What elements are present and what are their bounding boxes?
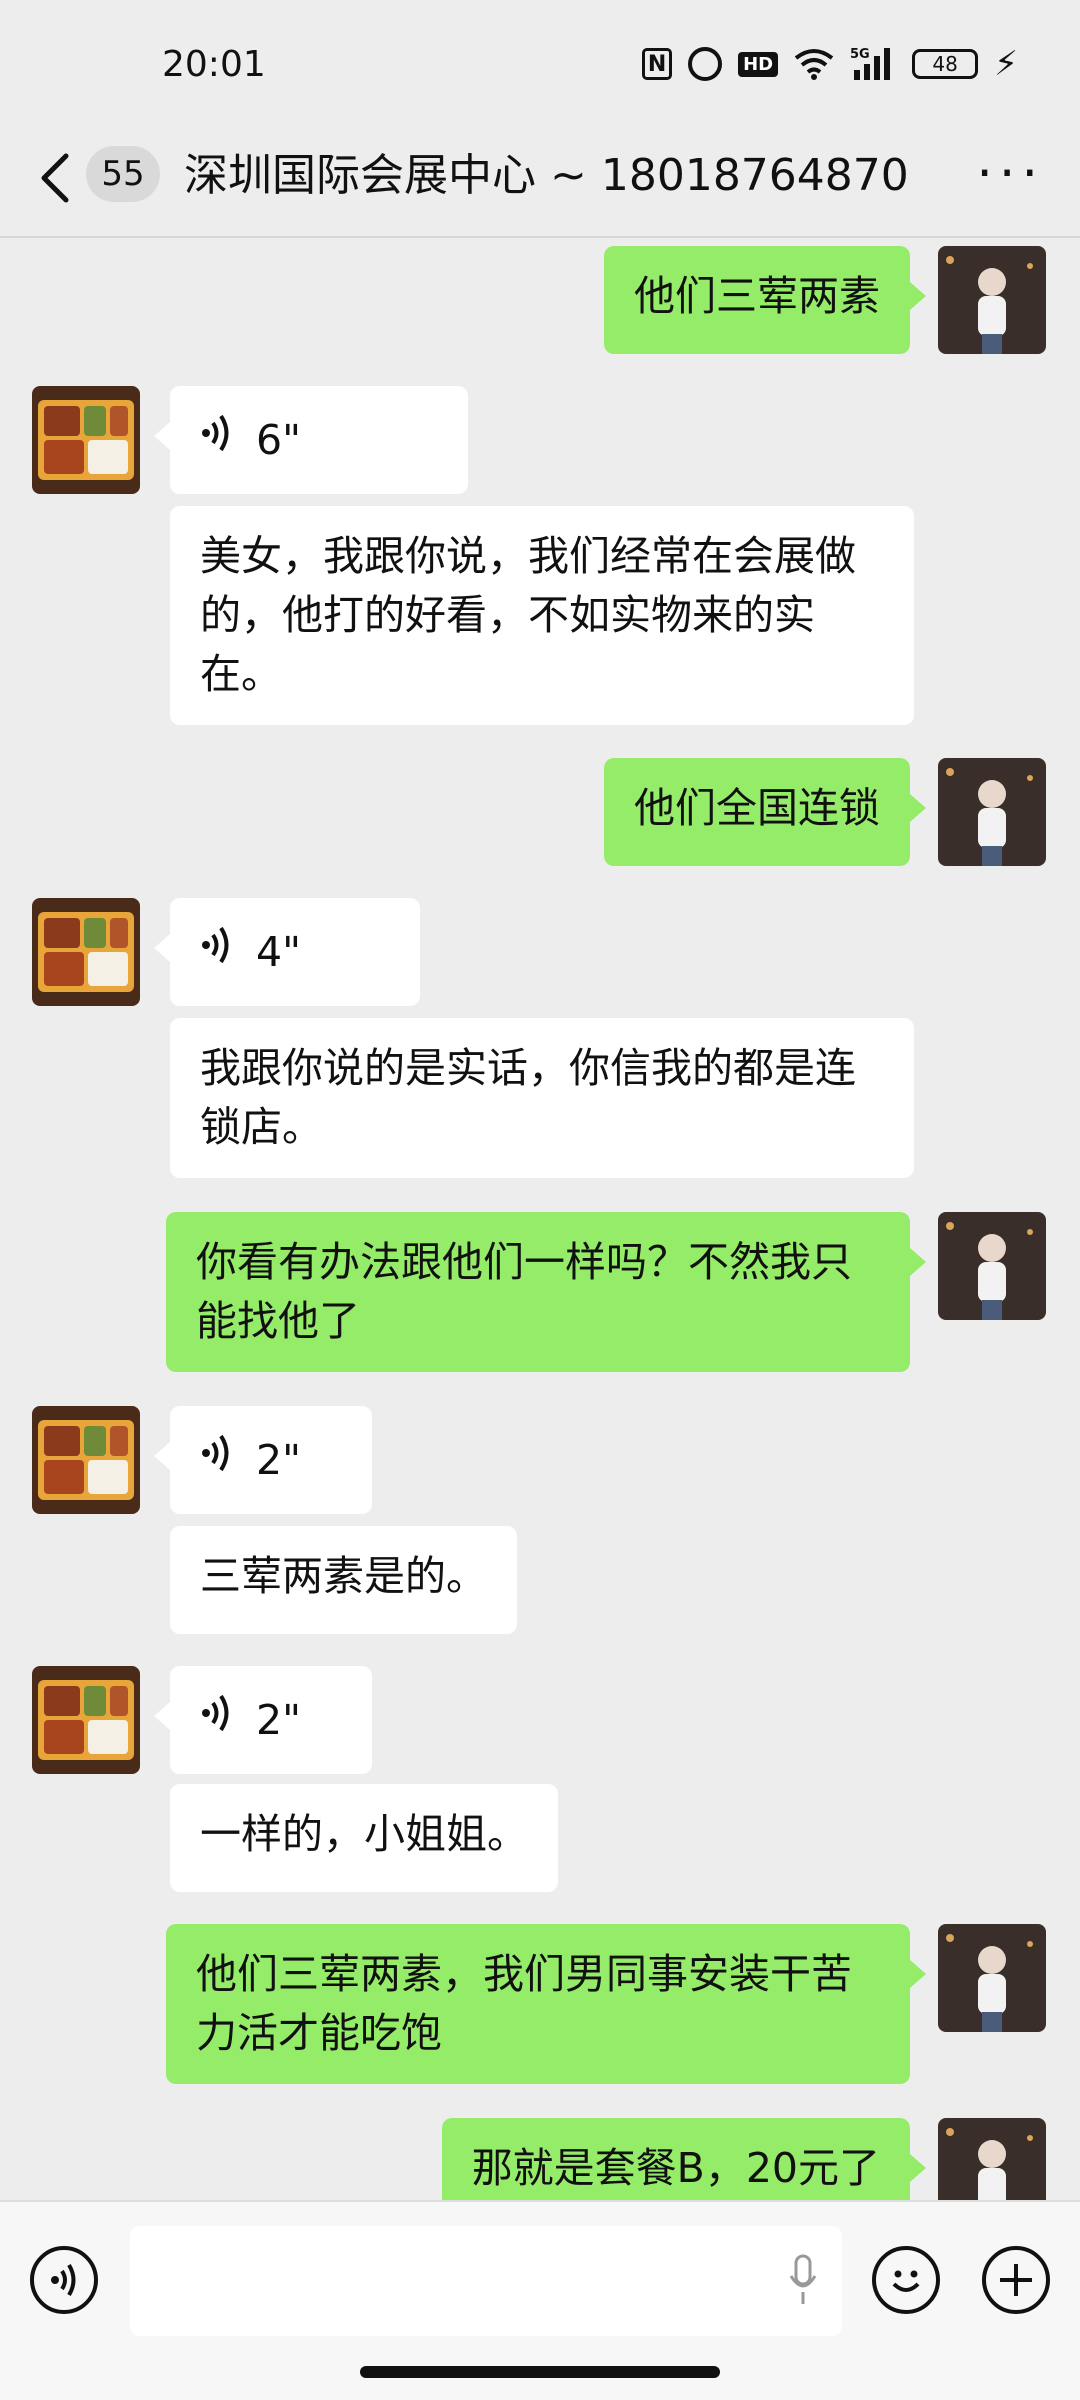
voice-message-bubble[interactable]: 2" <box>154 1406 372 1514</box>
chat-header: 55 深圳国际会展中心 ~ 18018764870 ··· <box>0 130 1080 240</box>
my-avatar[interactable] <box>938 2118 1046 2200</box>
voice-input-icon[interactable] <box>30 2246 98 2314</box>
voice-duration: 2" <box>256 1695 301 1744</box>
battery-icon: 48 <box>912 49 979 79</box>
alarm-icon <box>688 47 723 81</box>
message-input[interactable] <box>130 2226 842 2336</box>
signal-5g-icon: 5G <box>850 46 896 82</box>
voice-wave-icon <box>200 411 234 470</box>
wifi-icon <box>794 46 834 82</box>
network-label: 5G <box>850 47 870 62</box>
voice-duration: 6" <box>256 415 301 464</box>
my-avatar[interactable] <box>938 246 1046 354</box>
message-text: 他们全国连锁 <box>634 784 880 832</box>
message-text: 你看有办法跟他们一样吗？不然我只能找他了 <box>196 1238 852 1345</box>
emoji-icon[interactable] <box>872 2246 940 2314</box>
contact-avatar[interactable] <box>32 898 140 1006</box>
nfc-icon: N <box>642 48 673 80</box>
status-time: 20:01 <box>162 44 266 85</box>
message-bubble-incoming[interactable]: 一样的，小姐姐。 <box>170 1784 558 1892</box>
message-text: 他们三荤两素，我们男同事安装干苦力活才能吃饱 <box>196 1950 852 2057</box>
message-bubble-outgoing[interactable]: 你看有办法跟他们一样吗？不然我只能找他了 <box>166 1212 926 1372</box>
my-avatar[interactable] <box>938 1924 1046 2032</box>
charging-icon: ⚡ <box>994 44 1018 84</box>
back-icon[interactable] <box>38 150 82 210</box>
more-options-icon[interactable]: ··· <box>976 144 1044 204</box>
hd-icon: HD <box>738 51 779 77</box>
voice-message-bubble[interactable]: 4" <box>154 898 420 1006</box>
message-text: 一样的，小姐姐。 <box>200 1810 528 1858</box>
my-avatar[interactable] <box>938 758 1046 866</box>
voice-wave-icon <box>200 923 234 982</box>
voice-duration: 4" <box>256 927 301 976</box>
my-avatar[interactable] <box>938 1212 1046 1320</box>
message-bubble-incoming[interactable]: 我跟你说的是实话，你信我的都是连锁店。 <box>170 1018 914 1178</box>
message-bubble-outgoing[interactable]: 他们三荤两素，我们男同事安装干苦力活才能吃饱 <box>166 1924 926 2084</box>
plus-icon[interactable] <box>982 2246 1050 2314</box>
voice-wave-icon <box>200 1691 234 1750</box>
contact-avatar[interactable] <box>32 386 140 494</box>
voice-message-bubble[interactable]: 6" <box>154 386 468 494</box>
chat-message-list[interactable]: 他们三荤两素 6" 美女，我跟你说，我们经常在会展做的，他打的好看，不如实物来的… <box>0 238 1080 2200</box>
home-indicator[interactable] <box>360 2366 720 2378</box>
chat-title: 深圳国际会展中心 ~ 18018764870 <box>184 150 909 201</box>
message-bubble-outgoing[interactable]: 他们三荤两素 <box>604 246 926 354</box>
voice-wave-icon <box>200 1431 234 1490</box>
message-bubble-outgoing[interactable]: 他们全国连锁 <box>604 758 926 866</box>
message-text: 三荤两素是的。 <box>200 1552 487 1600</box>
status-icons: N HD 5G 48 ⚡ <box>642 44 1018 84</box>
unread-count-badge[interactable]: 55 <box>86 146 160 202</box>
message-text: 他们三荤两素 <box>634 272 880 320</box>
message-text: 那就是套餐B，20元了 <box>471 2144 880 2192</box>
voice-duration: 2" <box>256 1435 301 1484</box>
message-bubble-outgoing[interactable]: 那就是套餐B，20元了 <box>441 2118 927 2200</box>
message-text: 美女，我跟你说，我们经常在会展做的，他打的好看，不如实物来的实在。 <box>200 532 856 698</box>
message-bubble-incoming[interactable]: 美女，我跟你说，我们经常在会展做的，他打的好看，不如实物来的实在。 <box>170 506 914 725</box>
message-bubble-incoming[interactable]: 三荤两素是的。 <box>170 1526 517 1634</box>
message-text: 我跟你说的是实话，你信我的都是连锁店。 <box>200 1044 856 1151</box>
voice-message-bubble[interactable]: 2" <box>154 1666 372 1774</box>
contact-avatar[interactable] <box>32 1666 140 1774</box>
microphone-icon[interactable] <box>788 2254 818 2306</box>
status-bar: 20:01 N HD 5G 48 ⚡ <box>0 0 1080 130</box>
contact-avatar[interactable] <box>32 1406 140 1514</box>
